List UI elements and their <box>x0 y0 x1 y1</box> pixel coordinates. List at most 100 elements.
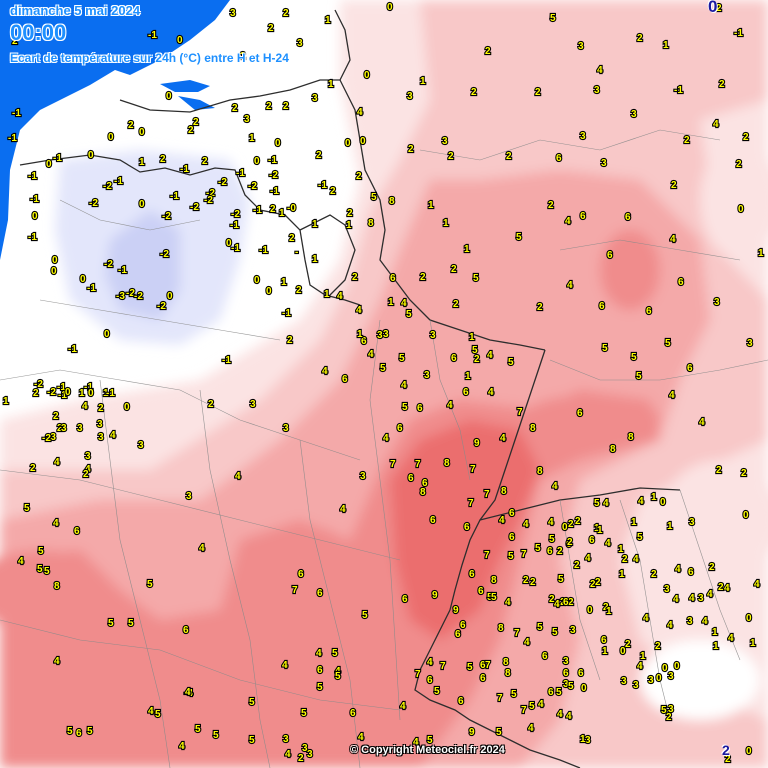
station-value: -2 <box>89 198 98 209</box>
station-value: 4 <box>54 656 60 667</box>
station-value: 7 <box>484 489 490 500</box>
station-value: 7 <box>484 550 490 561</box>
station-value: -2 <box>231 209 240 220</box>
station-value: 8 <box>498 623 504 634</box>
station-value: 5 <box>556 687 562 698</box>
station-value: 1 <box>443 218 449 229</box>
station-value: 8 <box>491 575 497 586</box>
map-date: dimanche 5 mai 2024 <box>10 3 141 18</box>
station-value: 3 <box>747 338 753 349</box>
station-value: 4 <box>316 648 322 659</box>
station-value: 5 <box>317 682 323 693</box>
station-value: 6 <box>509 508 515 519</box>
station-value: 0 <box>738 204 744 215</box>
station-value: 3 <box>307 749 313 760</box>
station-value: 2 <box>83 469 89 480</box>
station-value: 4 <box>357 107 363 118</box>
station-value: -1 <box>222 355 231 366</box>
station-value: 5 <box>535 543 541 554</box>
station-value: 4 <box>358 732 364 743</box>
corner-value-bottom: 2 <box>722 742 730 758</box>
station-value: -1 <box>231 243 240 254</box>
station-value: 4 <box>500 433 506 444</box>
station-value: 1 <box>606 606 612 617</box>
station-value: 4 <box>524 637 530 648</box>
station-value: 2 <box>53 411 59 422</box>
station-value: 6 <box>464 522 470 533</box>
station-value: -1 <box>230 220 239 231</box>
station-value: -1 <box>282 308 291 319</box>
station-value: 0 <box>65 387 71 398</box>
station-value: 1 <box>602 646 608 657</box>
station-value: 2 <box>716 465 722 476</box>
station-value: 5 <box>87 726 93 737</box>
station-value: 6 <box>298 569 304 580</box>
station-value: 5 <box>380 363 386 374</box>
station-value: 9 <box>474 438 480 449</box>
station-value: 4 <box>565 216 571 227</box>
station-value: 2 <box>193 117 199 128</box>
station-value: 2 <box>530 577 536 588</box>
station-value: 2 <box>408 144 414 155</box>
station-value: 2 <box>741 468 747 479</box>
station-value: 1 <box>465 371 471 382</box>
station-value: 6 <box>589 535 595 546</box>
station-value: 4 <box>585 553 591 564</box>
station-value: 2 <box>719 79 725 90</box>
station-value: 2 <box>651 569 657 580</box>
station-value: 3 <box>563 656 569 667</box>
station-value: 3 <box>689 517 695 528</box>
station-value: 3 <box>601 158 607 169</box>
station-value: 2 <box>474 354 480 365</box>
station-value: 5 <box>399 353 405 364</box>
station-value: 5 <box>402 402 408 413</box>
station-value: 4 <box>235 471 241 482</box>
station-value: 6 <box>580 211 586 222</box>
station-value: 3 <box>77 423 83 434</box>
station-value: 7 <box>485 660 491 671</box>
station-value: 1 <box>619 569 625 580</box>
station-value: 1 <box>346 220 352 231</box>
station-value: 5 <box>108 618 114 629</box>
station-value: 5 <box>38 546 44 557</box>
station-value: 5 <box>195 724 201 735</box>
station-value: 6 <box>542 651 548 662</box>
station-value: 5 <box>249 697 255 708</box>
station-value: -1 <box>28 171 37 182</box>
station-value: 2 <box>567 537 573 548</box>
station-value: 1 <box>663 40 669 51</box>
station-value: 0 <box>139 199 145 210</box>
station-value: 3 <box>407 91 413 102</box>
station-value: 0 <box>166 91 172 102</box>
station-value: 3 <box>283 423 289 434</box>
station-value: 2 <box>289 233 295 244</box>
station-value: 0 <box>52 255 58 266</box>
station-value: 2 <box>160 154 166 165</box>
station-value: 0 <box>746 746 752 757</box>
station-value: 4 <box>54 457 60 468</box>
station-value: 2 <box>268 23 274 34</box>
station-value: 4 <box>713 119 719 130</box>
station-value: 5 <box>602 343 608 354</box>
station-value: 1 <box>249 133 255 144</box>
station-value: 8 <box>530 423 536 434</box>
station-value: 3 <box>633 680 639 691</box>
station-value: 0 <box>80 274 86 285</box>
station-value: 4 <box>567 280 573 291</box>
station-value: -2 <box>42 433 51 444</box>
station-value: 4 <box>401 380 407 391</box>
station-value: 2 <box>671 180 677 191</box>
station-value: 6 <box>678 277 684 288</box>
station-value: -1 <box>170 191 179 202</box>
station-value: 5 <box>637 532 643 543</box>
station-value: 2 <box>709 562 715 573</box>
station-value: 6 <box>478 586 484 597</box>
station-value: 1 <box>312 219 318 230</box>
station-value: 2 <box>98 403 104 414</box>
station-value: -1 <box>8 133 17 144</box>
station-value: 0 <box>275 138 281 149</box>
station-value: 4 <box>643 613 649 624</box>
station-value: 3 <box>621 676 627 687</box>
station-value: 1 <box>388 297 394 308</box>
station-value: 2 <box>506 151 512 162</box>
